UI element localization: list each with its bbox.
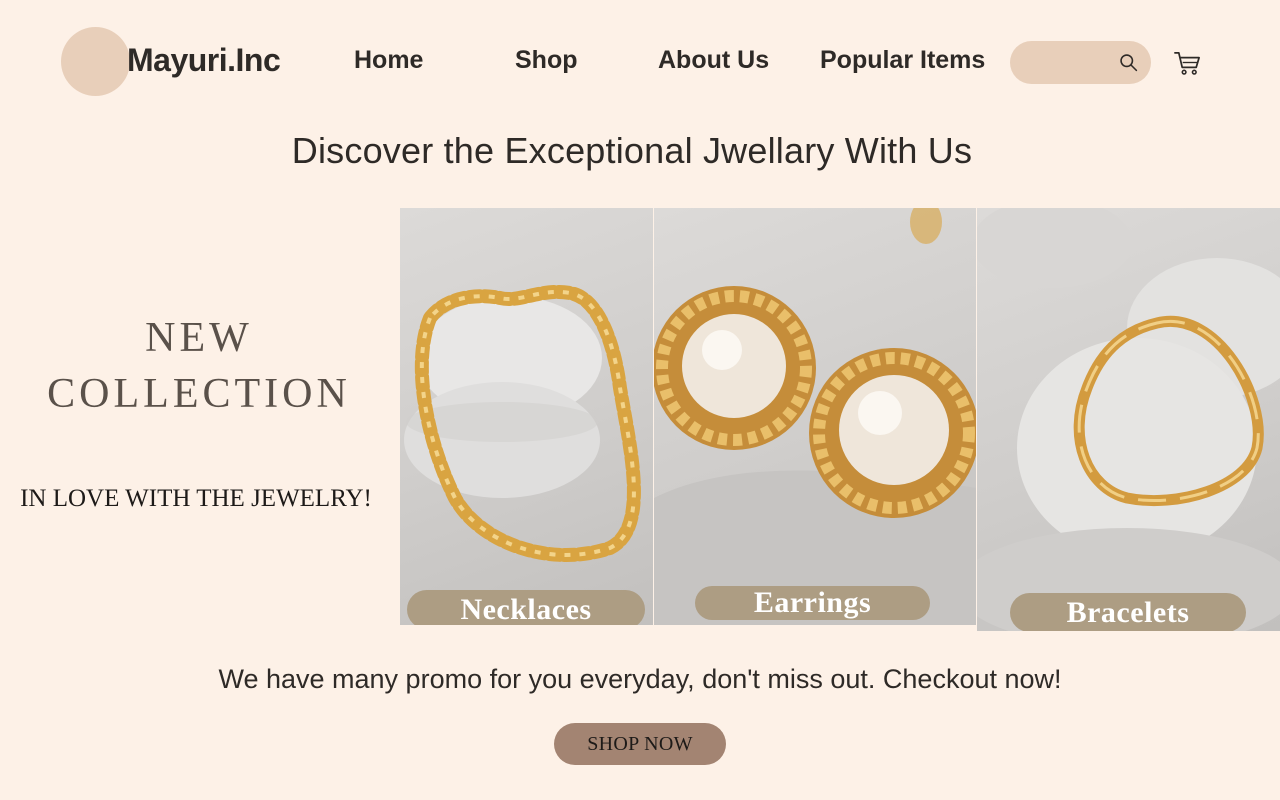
search-icon[interactable] [1118, 52, 1139, 73]
product-card-earrings[interactable]: Earrings [654, 208, 976, 625]
search-bar [1010, 41, 1151, 84]
new-collection-heading: NEW COLLECTION [0, 310, 398, 422]
shop-now-button[interactable]: SHOP NOW [554, 723, 726, 765]
promo-text: We have many promo for you everyday, don… [218, 664, 1062, 694]
necklace-photo [404, 285, 641, 562]
logo-circle [61, 27, 130, 96]
hero-tagline: IN LOVE WITH THE JEWELRY! [20, 485, 372, 512]
bracelet-photo [977, 208, 1280, 631]
new-collection-line-2: COLLECTION [47, 371, 351, 417]
necklaces-label: Necklaces [407, 590, 645, 625]
hero-headline: Discover the Exceptional Jwellary With U… [291, 130, 973, 171]
earrings-label: Earrings [695, 586, 930, 620]
nav-popular-items[interactable]: Popular Items [820, 46, 985, 75]
nav-about-us[interactable]: About Us [658, 46, 769, 75]
product-card-bracelets[interactable]: Bracelets [977, 208, 1280, 631]
new-collection-line-1: NEW [145, 315, 253, 361]
cart-icon[interactable] [1173, 48, 1202, 77]
product-card-necklaces[interactable]: Necklaces [400, 208, 653, 625]
earrings-photo [654, 208, 976, 625]
brand-logo[interactable]: Mayuri.Inc [127, 42, 281, 79]
nav-shop[interactable]: Shop [515, 46, 578, 75]
nav-home[interactable]: Home [354, 46, 423, 75]
bracelets-label: Bracelets [1010, 593, 1246, 631]
search-input[interactable] [1024, 49, 1114, 76]
